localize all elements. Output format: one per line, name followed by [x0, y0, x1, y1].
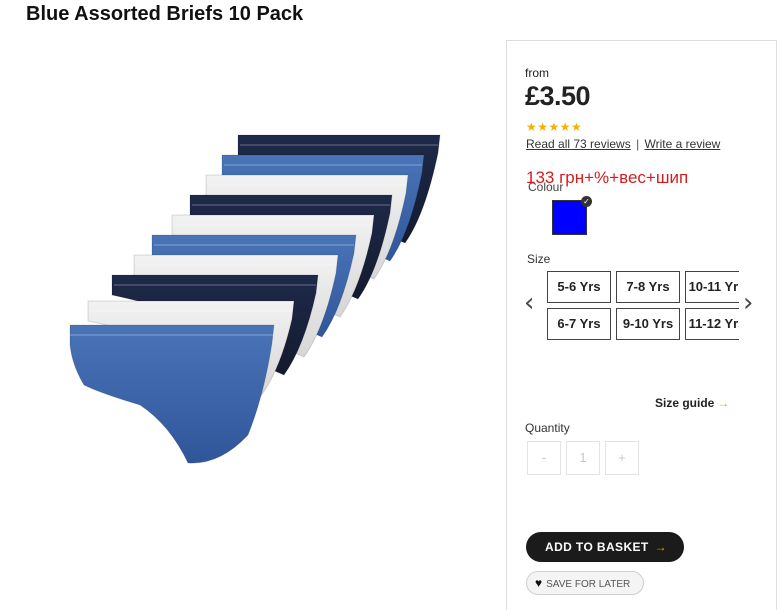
- save-for-later-label: SAVE FOR LATER: [546, 579, 631, 590]
- product-image: [69, 134, 441, 464]
- save-for-later-button[interactable]: ♥ SAVE FOR LATER: [526, 571, 644, 595]
- write-review-link[interactable]: Write a review: [645, 137, 721, 151]
- size-label: Size: [527, 252, 551, 266]
- size-guide-label: Size guide: [655, 396, 715, 410]
- reviews-row: Read all 73 reviews | Write a review: [526, 137, 720, 151]
- quantity-decrement-button[interactable]: -: [527, 441, 561, 475]
- separator: |: [636, 137, 640, 151]
- heart-icon: ♥: [535, 576, 543, 590]
- size-grid: 5-6 Yrs 7-8 Yrs 10-11 Yrs 6-7 Yrs 9-10 Y…: [547, 271, 739, 343]
- check-icon: ✓: [581, 196, 592, 207]
- size-option[interactable]: 6-7 Yrs: [547, 308, 611, 340]
- product-title: Blue Assorted Briefs 10 Pack: [26, 3, 304, 25]
- size-option[interactable]: 10-11 Yrs: [685, 271, 739, 303]
- arrow-right-icon: →: [654, 540, 668, 554]
- chevron-left-icon[interactable]: ‹: [524, 288, 534, 318]
- size-guide-link[interactable]: Size guide →: [655, 396, 729, 410]
- purchase-panel: from £3.50 ★★★★★ Read all 73 reviews | W…: [506, 40, 777, 610]
- add-to-basket-button[interactable]: ADD TO BASKET →: [526, 532, 684, 562]
- read-reviews-link[interactable]: Read all 73 reviews: [526, 137, 631, 151]
- overlay-annotation: 133 грн+%+вес+шип: [526, 168, 689, 187]
- add-to-basket-label: ADD TO BASKET: [545, 540, 649, 554]
- quantity-increment-button[interactable]: +: [605, 441, 639, 475]
- chevron-right-icon[interactable]: ›: [743, 288, 753, 318]
- arrow-right-icon: →: [717, 396, 730, 410]
- quantity-input[interactable]: 1: [566, 441, 600, 475]
- quantity-label: Quantity: [525, 421, 570, 435]
- size-option[interactable]: 7-8 Yrs: [616, 271, 680, 303]
- size-option[interactable]: 9-10 Yrs: [616, 308, 680, 340]
- rating-stars: ★★★★★: [526, 120, 583, 134]
- price: £3.50: [525, 81, 591, 111]
- size-option[interactable]: 5-6 Yrs: [547, 271, 611, 303]
- price-prefix: from: [525, 66, 549, 80]
- size-option[interactable]: 11-12 Yrs: [685, 308, 739, 340]
